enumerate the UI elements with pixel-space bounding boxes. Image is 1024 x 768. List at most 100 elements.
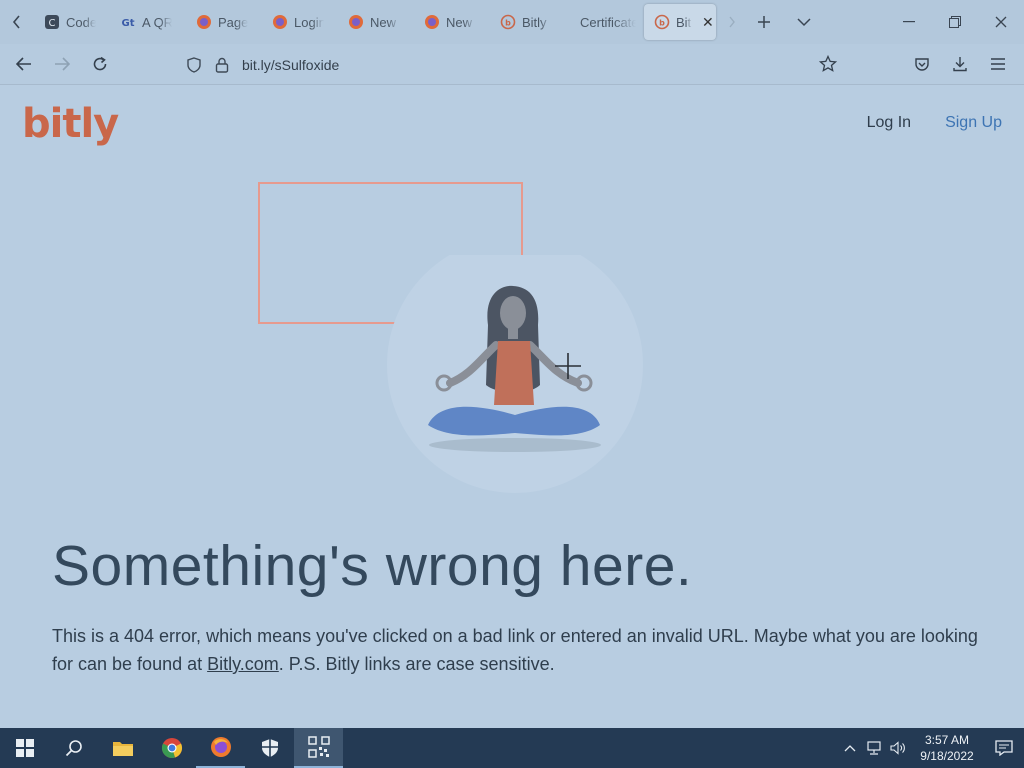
close-tab-icon[interactable]: ✕ <box>702 14 714 31</box>
back-button[interactable] <box>6 48 42 80</box>
pocket-icon <box>915 58 929 71</box>
error-description: This is a 404 error, which means you've … <box>52 622 982 678</box>
bitly-com-link[interactable]: Bitly.com <box>207 654 279 674</box>
speaker-icon <box>890 741 905 755</box>
lock-icon[interactable] <box>208 57 236 73</box>
tab-scroll-left-button[interactable] <box>0 0 34 44</box>
tab-bitly-active[interactable]: b Bit ✕ <box>644 4 716 40</box>
firefox-button[interactable] <box>196 728 245 768</box>
tab-certificate[interactable]: Certificate <box>566 4 642 40</box>
chrome-icon <box>161 738 182 758</box>
tab-label: Page <box>218 14 248 30</box>
chrome-button[interactable] <box>147 728 196 768</box>
tab-bitly[interactable]: b Bitly <box>490 4 566 40</box>
tab-new-2[interactable]: New <box>414 4 490 40</box>
close-window-button[interactable] <box>978 0 1024 44</box>
svg-text:Gt: Gt <box>122 18 135 29</box>
crosshair-cursor-icon <box>555 353 581 379</box>
pocket-button[interactable] <box>904 48 940 80</box>
tab-new-1[interactable]: New <box>338 4 414 40</box>
security-button[interactable] <box>245 728 294 768</box>
svg-text:C: C <box>49 18 56 29</box>
tab-label: Code <box>66 14 96 30</box>
star-icon <box>819 55 837 72</box>
tab-label: Login <box>294 14 324 30</box>
notification-icon <box>995 740 1013 756</box>
network-icon <box>867 741 881 755</box>
clock-date: 9/18/2022 <box>920 749 974 763</box>
chevron-down-icon <box>797 18 811 27</box>
login-link[interactable]: Log In <box>867 114 911 132</box>
chevron-left-icon <box>12 15 20 29</box>
tab-label: Bitly <box>522 14 547 30</box>
firefox-icon <box>424 14 440 30</box>
folder-icon <box>112 742 133 756</box>
chevron-up-icon <box>844 745 856 752</box>
qr-app-button[interactable] <box>294 728 343 768</box>
tab-label: A QR <box>142 14 172 30</box>
list-all-tabs-button[interactable] <box>784 0 824 44</box>
svg-text:b: b <box>659 19 665 28</box>
minimize-button[interactable] <box>886 0 932 44</box>
clock-time: 3:57 AM <box>924 733 970 747</box>
tab-page[interactable]: Page <box>186 4 262 40</box>
windows-taskbar: 3:57 AM 9/18/2022 <box>0 728 1024 768</box>
qr-code-icon <box>307 736 330 758</box>
search-button[interactable] <box>49 728 98 768</box>
tab-label: New <box>446 14 473 30</box>
network-button[interactable] <box>862 728 886 768</box>
arrow-right-icon <box>55 57 70 71</box>
firefox-icon <box>210 737 231 757</box>
action-center-button[interactable] <box>984 728 1024 768</box>
meditating-woman-illustration <box>387 255 643 493</box>
qr-generator-icon: Gt <box>120 14 136 30</box>
restore-icon <box>949 16 961 28</box>
tab-login[interactable]: Login <box>262 4 338 40</box>
url-bar[interactable]: bit.ly/sSulfoxide <box>180 49 850 80</box>
tab-label: New <box>370 14 397 30</box>
error-headline: Something's wrong here. <box>52 534 693 598</box>
start-button[interactable] <box>0 728 49 768</box>
bitly-logo[interactable]: bitly <box>22 101 119 147</box>
url-text: bit.ly/sSulfoxide <box>242 56 340 73</box>
tab-label: Certificate <box>580 14 636 30</box>
tab-label: Bit <box>676 14 692 30</box>
new-tab-button[interactable] <box>744 0 784 44</box>
error-description-suffix: . P.S. Bitly links are case sensitive. <box>278 654 555 674</box>
downloads-button[interactable] <box>942 48 978 80</box>
system-clock[interactable]: 3:57 AM 9/18/2022 <box>910 732 984 764</box>
app-menu-button[interactable] <box>980 48 1016 80</box>
windows-logo-icon <box>15 739 34 757</box>
tab-scroll-right-button[interactable] <box>720 0 744 44</box>
tab-code[interactable]: C Code <box>34 4 110 40</box>
search-icon <box>65 740 82 757</box>
file-explorer-button[interactable] <box>98 728 147 768</box>
plus-icon <box>758 16 770 28</box>
tab-qr[interactable]: Gt A QR <box>110 4 186 40</box>
bitly-icon: b <box>500 14 516 30</box>
bookmark-star-button[interactable] <box>810 48 846 80</box>
firefox-icon <box>348 14 364 30</box>
arrow-left-icon <box>16 57 31 71</box>
tab-bar: C Code Gt A QR Page Login New New b Bitl… <box>0 0 1024 44</box>
show-hidden-icons-button[interactable] <box>838 728 862 768</box>
volume-button[interactable] <box>886 728 910 768</box>
page-content: bitly Log In Sign Up Something's wrong h… <box>0 85 1024 728</box>
shield-icon <box>261 739 278 757</box>
hamburger-menu-icon <box>991 58 1005 70</box>
reload-icon <box>93 56 107 71</box>
reload-button[interactable] <box>82 48 118 80</box>
navigation-bar: bit.ly/sSulfoxide <box>0 44 1024 85</box>
download-icon <box>953 57 967 72</box>
firefox-icon <box>272 14 288 30</box>
forward-button[interactable] <box>44 48 80 80</box>
firefox-icon <box>196 14 212 30</box>
tracking-protection-shield-icon[interactable] <box>180 56 208 73</box>
bitly-icon: b <box>654 14 670 30</box>
restore-button[interactable] <box>932 0 978 44</box>
svg-text:b: b <box>505 19 511 28</box>
minimize-icon <box>903 21 915 23</box>
codepen-icon: C <box>44 14 60 30</box>
signup-link[interactable]: Sign Up <box>945 114 1002 132</box>
close-icon <box>995 16 1007 28</box>
